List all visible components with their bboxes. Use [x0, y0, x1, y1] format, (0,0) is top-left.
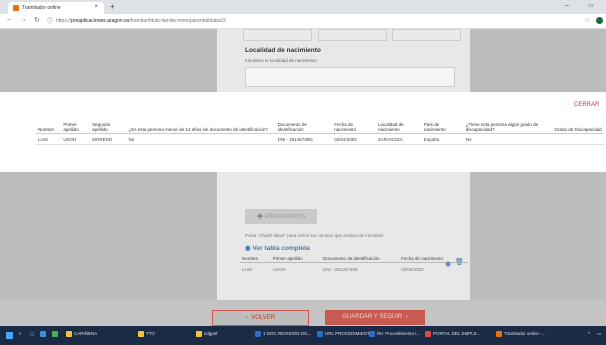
back-button-label: VOLVER — [251, 315, 276, 321]
save-continue-button[interactable]: GUARDAR Y SEGUIR › — [325, 310, 425, 325]
url-path: /tramitar/titulo-familia-monoparental/da… — [129, 18, 226, 24]
cell: LUIS — [36, 133, 62, 145]
col-header: Documento de identificación — [275, 121, 333, 134]
windows-start-icon[interactable] — [6, 332, 13, 339]
col-header: Primer apellido — [61, 121, 91, 134]
col-header: ¿Es esta persona menor de 14 años sin do… — [126, 121, 276, 134]
view-full-table-label: Ver tabla completa — [252, 245, 310, 252]
back-button[interactable]: ‹ VOLVER — [212, 310, 309, 326]
taskbar-item[interactable]: TTO — [138, 331, 155, 337]
top-field-1[interactable] — [243, 29, 312, 41]
address-bar[interactable]: https://preaplicaciones.aragon.es/tramit… — [56, 17, 576, 26]
close-tab-icon[interactable]: × — [94, 4, 98, 10]
taskbar-item[interactable]: Tramitador online -... — [496, 331, 545, 337]
forward-icon[interactable]: → — [20, 16, 27, 23]
table-row: LUIS USON DNI - 25136789D 02/04/2002 — [240, 263, 468, 276]
cell: No — [463, 133, 553, 145]
delete-row-trash-icon[interactable]: 🗑 — [455, 258, 464, 266]
taskbar-item[interactable]: 1 DOC REVISIÓN DG... — [255, 331, 311, 337]
taskbar-item[interactable]: sdgpef — [196, 331, 218, 337]
tab-title: Tramitador online — [22, 5, 61, 11]
taskbar-item[interactable]: CARIÑENA — [66, 331, 97, 337]
taskbar-item-label: TTO — [146, 331, 155, 337]
chevron-right-icon: › — [405, 314, 408, 320]
plus-icon: ✚ — [256, 212, 264, 221]
top-field-3[interactable] — [392, 29, 461, 41]
col-header: Nombre — [240, 255, 271, 263]
col-header: Localidad de nacimiento — [376, 121, 422, 134]
table-row: LUIS USON MORENO No DNI - 25136789D 02/0… — [36, 133, 604, 145]
col-header: ¿Tiene esta persona algún grado de disca… — [463, 121, 553, 134]
col-header: Primer apellido — [270, 255, 321, 263]
save-continue-label: GUARDAR Y SEGUIR — [342, 314, 403, 320]
cell: ZARAGOZA — [376, 133, 422, 145]
cell: LUIS — [242, 266, 253, 272]
add-data-button[interactable]: ✚ AÑADIR DATOS — [245, 209, 317, 224]
taskbar-item-label: sdgpef — [204, 331, 218, 337]
app-icon[interactable] — [52, 331, 60, 337]
eye-icon: ◉ — [245, 245, 251, 252]
app-icon[interactable] — [40, 331, 48, 337]
col-header: País de nacimiento — [421, 121, 464, 134]
localidad-title: Localidad de nacimiento — [245, 47, 321, 54]
taskbar-item-label: Tramitador online -... — [504, 331, 546, 337]
favicon-icon — [13, 5, 19, 11]
col-header: Documento de identificación — [320, 255, 400, 263]
summary-table: Nombre Primer apellido Documento de iden… — [240, 255, 468, 275]
reload-icon[interactable]: ↻ — [34, 16, 40, 24]
url-host: preaplicaciones.aragon.es — [71, 18, 130, 24]
task-view-icon[interactable]: ▢ — [30, 331, 34, 337]
view-full-table-link[interactable]: ◉ Ver tabla completa — [245, 244, 310, 252]
localidad-input[interactable] — [245, 67, 455, 87]
taskbar-item-label: CARIÑENA — [74, 331, 98, 337]
cell: España — [421, 133, 464, 145]
cell: 02/04/2002 — [332, 133, 376, 145]
modal-table-header: Nombre Primer apellido Segundo apellido … — [36, 121, 604, 134]
close-modal-button[interactable]: CERRAR — [574, 102, 599, 108]
add-data-label: AÑADIR DATOS — [264, 213, 306, 220]
add-hint: Pulsa "Añadir datos" para incluir los ca… — [245, 233, 384, 238]
windows-taskbar: ⌕ ▢ CARIÑENA TTO sdgpef 1 DOC REVISIÓN D… — [0, 326, 606, 345]
new-tab-button[interactable]: + — [110, 2, 115, 11]
col-header: Fecha de nacimiento — [332, 121, 376, 134]
profile-avatar[interactable] — [596, 17, 603, 24]
cell: DNI - 25136789D — [322, 266, 358, 272]
taskbar-item-label: 1 DOC REVISIÓN DG... — [263, 331, 312, 337]
cell — [552, 133, 604, 145]
cell: USON — [61, 133, 91, 145]
maximize-icon[interactable]: ▭ — [588, 2, 594, 9]
taskbar-item-label: URL PROCEDIMIENT... — [325, 331, 373, 337]
cell: DNI - 25136789D — [275, 133, 333, 145]
col-header: Grado de Discapacidad — [552, 121, 604, 134]
notifications-icon[interactable]: ▭ — [597, 331, 601, 337]
taskbar-item-label: PORTAL DEL EMPLE... — [433, 331, 481, 337]
cell: USON — [272, 266, 286, 272]
minimize-icon[interactable]: – — [565, 2, 569, 9]
view-row-eye-icon[interactable]: ◉ — [445, 260, 451, 268]
summary-table-header: Nombre Primer apellido Documento de iden… — [240, 255, 468, 263]
col-header: Nombre — [36, 121, 62, 134]
top-field-2[interactable] — [318, 29, 387, 41]
localidad-hint: Introduce tu localidad de nacimiento — [245, 58, 318, 63]
taskbar-item[interactable]: Re: Procedimiento t... — [369, 331, 420, 337]
col-header: Segundo apellido — [90, 121, 127, 134]
taskbar-item[interactable]: PORTAL DEL EMPLE... — [425, 331, 481, 337]
info-icon[interactable]: ⓘ — [47, 16, 53, 25]
back-icon[interactable]: ← — [6, 16, 13, 23]
browser-tab[interactable]: Tramitador online × — [8, 2, 104, 14]
bookmark-star-icon[interactable]: ☆ — [584, 16, 590, 24]
search-icon[interactable]: ⌕ — [19, 331, 22, 336]
chevron-left-icon: ‹ — [245, 315, 248, 321]
cell: MORENO — [90, 133, 127, 145]
cell: No — [126, 133, 276, 145]
modal-table: Nombre Primer apellido Segundo apellido … — [36, 121, 604, 145]
tray-chevron-icon[interactable]: ^ — [588, 331, 590, 336]
url-prefix: https:// — [56, 18, 72, 24]
taskbar-item-label: Re: Procedimiento t... — [377, 331, 421, 337]
taskbar-item[interactable]: URL PROCEDIMIENT... — [317, 331, 373, 337]
